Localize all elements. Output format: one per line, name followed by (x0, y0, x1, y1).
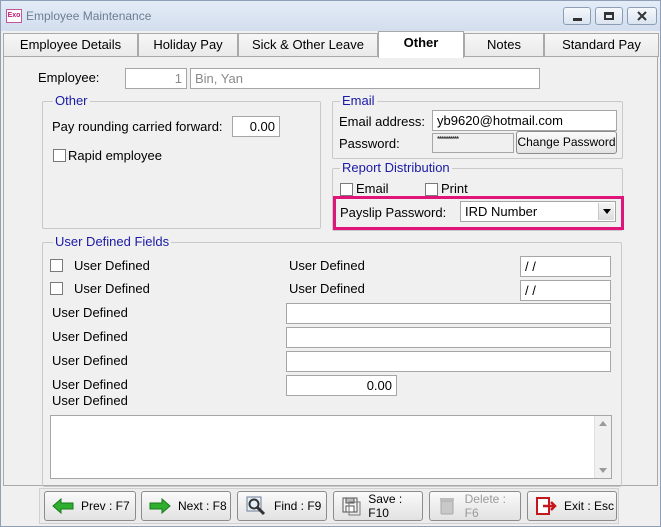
scroll-down-icon[interactable] (599, 468, 607, 473)
email-group-title: Email (340, 93, 377, 108)
other-group-title: Other (53, 93, 90, 108)
udf-date-label-1: User Defined (289, 258, 365, 273)
arrow-right-icon (148, 495, 172, 517)
udf-date-label-2: User Defined (289, 281, 365, 296)
tab-standard-pay[interactable]: Standard Pay (544, 33, 659, 57)
udf-check-label-1: User Defined (74, 258, 150, 273)
udf-text-label-2: User Defined (52, 329, 128, 344)
report-print-checkbox[interactable] (425, 183, 438, 196)
close-icon (637, 11, 647, 21)
udf-text-input-1[interactable] (286, 303, 611, 324)
udf-text-label-1: User Defined (52, 305, 128, 320)
password-label: Password: (339, 136, 400, 151)
save-icon (340, 495, 362, 517)
restore-icon (604, 12, 614, 20)
employee-number-field: 1 (125, 68, 187, 89)
next-button-label: Next : F8 (178, 499, 227, 513)
find-button[interactable]: Find : F9 (237, 491, 327, 521)
change-password-button[interactable]: Change Password (516, 131, 617, 154)
tab-employee-details[interactable]: Employee Details (3, 33, 138, 57)
rapid-employee-label: Rapid employee (68, 148, 162, 163)
udf-memo-textarea[interactable] (50, 415, 612, 479)
minimize-button[interactable] (563, 7, 591, 25)
prev-button[interactable]: Prev : F7 (44, 491, 136, 521)
udf-text-input-3[interactable] (286, 351, 611, 372)
exit-button-label: Exit : Esc (564, 499, 615, 513)
email-address-label: Email address: (339, 114, 425, 129)
next-button[interactable]: Next : F8 (141, 491, 231, 521)
delete-button-label: Delete : F6 (464, 492, 506, 520)
maximize-button[interactable] (595, 7, 623, 25)
memo-scrollbar[interactable] (594, 416, 611, 478)
rapid-employee-checkbox[interactable] (53, 149, 66, 162)
report-distribution-title: Report Distribution (340, 160, 452, 175)
udf-date-input-1[interactable]: / / (520, 256, 611, 277)
report-email-checkbox[interactable] (340, 183, 353, 196)
email-password-input[interactable]: ********** (432, 133, 514, 153)
title-bar: Exo Employee Maintenance (1, 1, 660, 31)
udf-checkbox-1[interactable] (50, 259, 63, 272)
report-print-label: Print (441, 181, 468, 196)
udf-text-input-2[interactable] (286, 327, 611, 348)
minimize-icon (572, 17, 582, 21)
save-button[interactable]: Save : F10 (333, 491, 423, 521)
payslip-password-label: Payslip Password: (340, 205, 447, 220)
tab-bar: Employee Details Holiday Pay Sick & Othe… (1, 31, 660, 58)
udf-check-label-2: User Defined (74, 281, 150, 296)
tab-holiday-pay[interactable]: Holiday Pay (138, 33, 238, 57)
payslip-password-select[interactable]: IRD Number (460, 201, 616, 222)
report-email-label: Email (356, 181, 389, 196)
udf-date-input-2[interactable]: / / (520, 280, 611, 301)
arrow-left-icon (51, 495, 75, 517)
app-icon: Exo (6, 9, 22, 23)
user-defined-fields-title: User Defined Fields (53, 234, 172, 249)
chevron-down-icon[interactable] (598, 203, 614, 220)
udf-text-label-3: User Defined (52, 353, 128, 368)
tab-sick-other-leave[interactable]: Sick & Other Leave (238, 33, 378, 57)
pay-rounding-input[interactable]: 0.00 (232, 116, 280, 137)
udf-checkbox-2[interactable] (50, 282, 63, 295)
employee-maintenance-window: Exo Employee Maintenance Employee Detail… (0, 0, 661, 527)
prev-button-label: Prev : F7 (81, 499, 130, 513)
find-button-label: Find : F9 (274, 499, 322, 513)
udf-number-input[interactable]: 0.00 (286, 375, 397, 396)
save-button-label: Save : F10 (368, 492, 403, 520)
email-address-input[interactable]: yb9620@hotmail.com (432, 110, 617, 131)
payslip-password-value: IRD Number (465, 204, 538, 219)
delete-icon (436, 495, 459, 517)
tab-notes[interactable]: Notes (464, 33, 544, 57)
delete-button[interactable]: Delete : F6 (429, 491, 521, 521)
tab-other[interactable]: Other (378, 31, 464, 58)
close-button[interactable] (627, 7, 657, 25)
pay-rounding-label: Pay rounding carried forward: (52, 119, 223, 134)
udf-memo-label: User Defined (52, 393, 128, 408)
udf-number-label: User Defined (52, 377, 128, 392)
exit-icon (534, 495, 558, 517)
employee-label: Employee: (38, 70, 100, 85)
scroll-up-icon[interactable] (599, 421, 607, 426)
employee-name-field: Bin, Yan (190, 68, 540, 89)
exit-button[interactable]: Exit : Esc (527, 491, 617, 521)
window-title: Employee Maintenance (26, 9, 152, 23)
magnifier-icon (244, 495, 268, 517)
